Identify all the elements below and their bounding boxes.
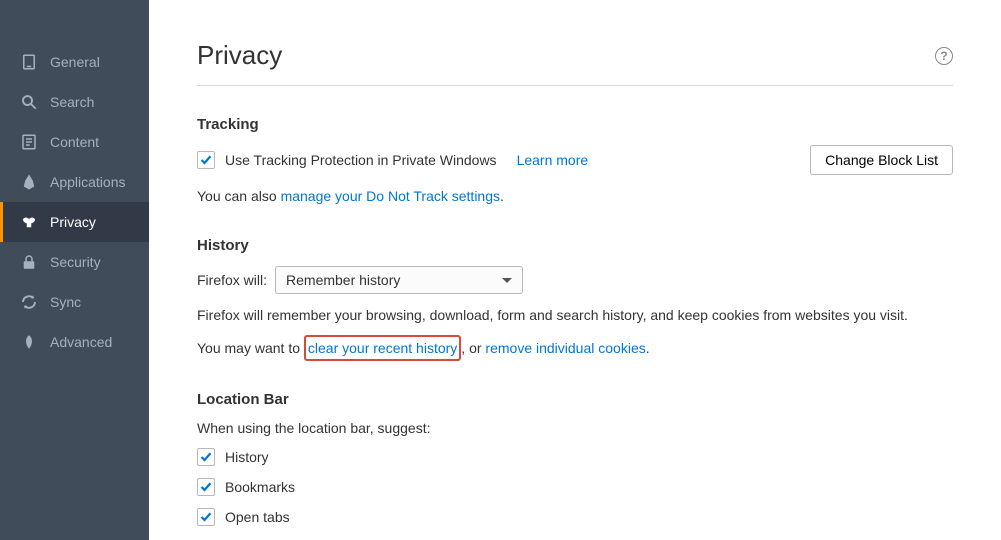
- history-may-suffix: .: [646, 340, 650, 356]
- sidebar-item-general[interactable]: General: [0, 42, 149, 82]
- main-content: Privacy ? Tracking Use Tracking Protecti…: [149, 0, 1001, 540]
- sidebar-item-advanced[interactable]: Advanced: [0, 322, 149, 362]
- lock-icon: [20, 253, 38, 271]
- general-icon: [20, 53, 38, 71]
- tracking-checkbox-label: Use Tracking Protection in Private Windo…: [225, 152, 497, 168]
- advanced-icon: [20, 333, 38, 351]
- locbar-opentabs-checkbox[interactable]: [197, 508, 215, 526]
- sidebar-item-content[interactable]: Content: [0, 122, 149, 162]
- dnt-suffix: .: [500, 188, 504, 204]
- clear-history-highlight: clear your recent history: [304, 335, 461, 361]
- sidebar-item-label: Sync: [50, 294, 81, 310]
- sidebar-item-sync[interactable]: Sync: [0, 282, 149, 322]
- history-may-mid: , or: [461, 340, 485, 356]
- sidebar-item-label: General: [50, 54, 100, 70]
- tracking-heading: Tracking: [197, 116, 953, 133]
- applications-icon: [20, 173, 38, 191]
- locbar-bookmarks-label: Bookmarks: [225, 479, 295, 495]
- history-heading: History: [197, 237, 953, 254]
- locbar-history-label: History: [225, 449, 269, 465]
- clear-recent-history-link[interactable]: clear your recent history: [308, 340, 457, 356]
- history-select-value: Remember history: [286, 272, 400, 288]
- location-bar-heading: Location Bar: [197, 391, 953, 408]
- help-icon[interactable]: ?: [935, 47, 953, 65]
- page-header: Privacy ?: [197, 0, 953, 86]
- locbar-opentabs-row: Open tabs: [197, 508, 953, 526]
- dnt-para: You can also manage your Do Not Track se…: [197, 185, 953, 207]
- privacy-icon: [20, 213, 38, 231]
- sidebar-item-privacy[interactable]: Privacy: [0, 202, 149, 242]
- tracking-row: Use Tracking Protection in Private Windo…: [197, 145, 953, 175]
- locbar-history-checkbox[interactable]: [197, 448, 215, 466]
- tracking-learn-more-link[interactable]: Learn more: [517, 152, 589, 168]
- history-will-label: Firefox will:: [197, 272, 267, 288]
- location-bar-sub: When using the location bar, suggest:: [197, 420, 953, 436]
- sidebar-item-label: Content: [50, 134, 99, 150]
- sidebar-item-applications[interactable]: Applications: [0, 162, 149, 202]
- dnt-settings-link[interactable]: manage your Do Not Track settings: [281, 188, 500, 204]
- sidebar-item-security[interactable]: Security: [0, 242, 149, 282]
- history-may-para: You may want to clear your recent histor…: [197, 335, 953, 361]
- sidebar-item-label: Search: [50, 94, 94, 110]
- history-may-prefix: You may want to: [197, 340, 304, 356]
- sidebar-item-label: Security: [50, 254, 101, 270]
- change-block-list-button[interactable]: Change Block List: [810, 145, 953, 175]
- locbar-opentabs-label: Open tabs: [225, 509, 290, 525]
- sidebar-item-label: Privacy: [50, 214, 96, 230]
- sidebar-item-label: Advanced: [50, 334, 112, 350]
- locbar-bookmarks-checkbox[interactable]: [197, 478, 215, 496]
- sidebar-item-search[interactable]: Search: [0, 82, 149, 122]
- content-icon: [20, 133, 38, 151]
- history-select-row: Firefox will: Remember history: [197, 266, 953, 294]
- page-title: Privacy: [197, 40, 282, 71]
- history-mode-select[interactable]: Remember history: [275, 266, 523, 294]
- dnt-prefix: You can also: [197, 188, 281, 204]
- search-icon: [20, 93, 38, 111]
- sidebar: General Search Content Applications Priv…: [0, 0, 149, 540]
- sidebar-item-label: Applications: [50, 174, 126, 190]
- sync-icon: [20, 293, 38, 311]
- chevron-down-icon: [502, 278, 512, 283]
- locbar-history-row: History: [197, 448, 953, 466]
- history-desc: Firefox will remember your browsing, dow…: [197, 304, 953, 326]
- tracking-protection-checkbox[interactable]: [197, 151, 215, 169]
- remove-cookies-link[interactable]: remove individual cookies: [485, 340, 645, 356]
- locbar-bookmarks-row: Bookmarks: [197, 478, 953, 496]
